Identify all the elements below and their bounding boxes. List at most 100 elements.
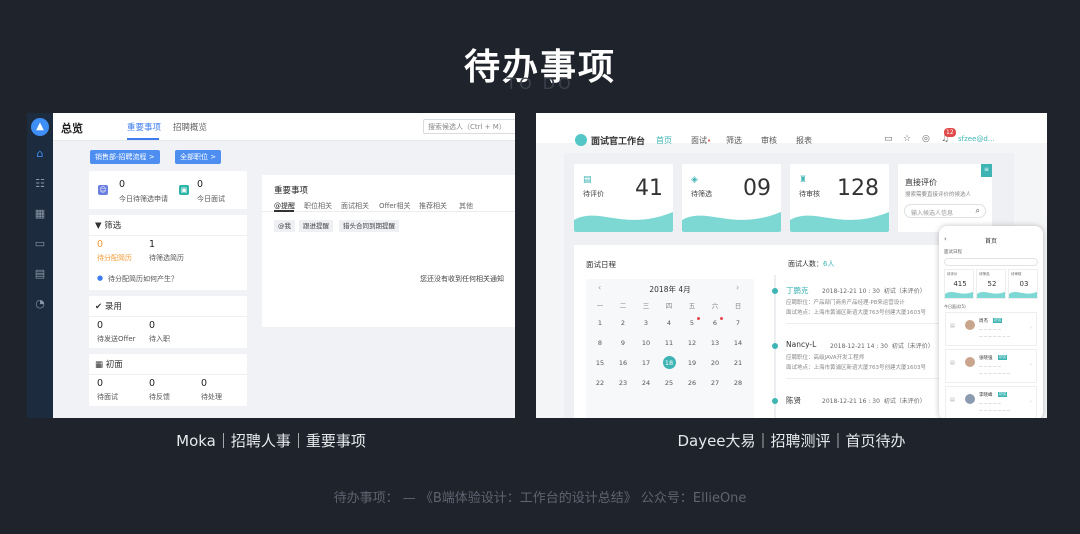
pie-chart-icon[interactable]: ◔ xyxy=(33,297,47,311)
chip-me[interactable]: @我 xyxy=(274,220,295,232)
calendar-day[interactable]: 18 xyxy=(659,359,679,367)
calendar-day[interactable]: 23 xyxy=(613,379,633,387)
calendar-day[interactable]: 19 xyxy=(682,359,702,367)
mobile-stat[interactable]: 待筛选 52 xyxy=(976,269,1006,299)
calendar-day[interactable]: 8 xyxy=(590,339,610,347)
calendar-day[interactable]: 7 xyxy=(728,319,748,327)
mobile-stat[interactable]: 待审核 03 xyxy=(1008,269,1038,299)
calendar-day[interactable]: 15 xyxy=(590,359,610,367)
users-icon[interactable]: ☷ xyxy=(33,177,47,191)
help-icon[interactable]: ◎ xyxy=(922,134,930,144)
monitor-icon[interactable]: ▭ xyxy=(884,134,893,144)
process-filter-button[interactable]: 销售部-招聘流程 > xyxy=(90,150,160,164)
mobile-stat-value: 03 xyxy=(1019,280,1029,288)
calendar-day[interactable]: 6 xyxy=(705,317,725,327)
calendar-day[interactable]: 25 xyxy=(659,379,679,387)
calendar-day[interactable]: 3 xyxy=(636,319,656,327)
tab-other[interactable]: 其他 xyxy=(459,201,473,211)
nav-screening[interactable]: 筛选 xyxy=(726,135,742,146)
calendar-day[interactable]: 17 xyxy=(636,359,656,367)
tab-important[interactable]: 重要事项 xyxy=(127,121,161,133)
tab-interview[interactable]: 面试相关 xyxy=(341,201,369,211)
avatar xyxy=(965,357,975,367)
star-icon[interactable]: ☆ xyxy=(903,134,911,144)
tab-overview[interactable]: 招聘概览 xyxy=(173,121,207,133)
briefcase-icon[interactable]: ▭ xyxy=(33,237,47,251)
tab-referral[interactable]: 推荐相关 xyxy=(419,201,447,211)
mobile-stat-label: 待审核 xyxy=(1011,272,1022,276)
detail-line: — — — — — — — xyxy=(979,334,1011,338)
calendar-day[interactable]: 24 xyxy=(636,379,656,387)
calendar-day[interactable]: 2 xyxy=(613,319,633,327)
calendar-day[interactable]: 14 xyxy=(728,339,748,347)
stat-card-evaluate[interactable]: ▤ 待评价 41 xyxy=(574,164,673,232)
interview-card: ▦ 初面 0 待面试 0 待反馈 0 待处理 xyxy=(89,354,247,406)
home-icon[interactable]: ⌂ xyxy=(33,147,47,161)
nav-interview[interactable]: 面试• xyxy=(691,135,711,146)
nav-home[interactable]: 首页 xyxy=(656,135,672,146)
mobile-candidate-card[interactable]: ▤ 李晓峰 初试 — — — — — — — — — — — — › xyxy=(945,386,1037,418)
calendar-day[interactable]: 28 xyxy=(728,379,748,387)
calendar-day[interactable]: 1 xyxy=(590,319,610,327)
calendar-day[interactable]: 5 xyxy=(682,317,702,327)
hire-header: ✔ 录用 xyxy=(89,296,247,317)
calendar-day[interactable]: 20 xyxy=(705,359,725,367)
next-month-icon[interactable]: › xyxy=(736,283,739,292)
candidate-name[interactable]: Nancy-L xyxy=(786,340,816,349)
candidate-search-input[interactable]: 输入候选人信息 ⌕ xyxy=(904,204,986,218)
chip-contract[interactable]: 猎头合同到期提醒 xyxy=(339,220,399,232)
calendar-day[interactable]: 27 xyxy=(705,379,725,387)
position-filter-button[interactable]: 全部职位 > xyxy=(175,150,222,164)
pending-onboard-value[interactable]: 0 xyxy=(149,320,155,331)
overview-value[interactable]: 0 xyxy=(197,179,203,190)
overview-value[interactable]: 0 xyxy=(119,179,125,190)
chip-follow-up[interactable]: 跟进提醒 xyxy=(299,220,333,232)
pending-screen-value[interactable]: 1 xyxy=(149,239,155,250)
nav-review[interactable]: 审核 xyxy=(761,135,777,146)
calendar-day[interactable]: 12 xyxy=(682,339,702,347)
layers-icon: ◈ xyxy=(691,175,698,185)
calendar-day[interactable]: 22 xyxy=(590,379,610,387)
pending-handle-value[interactable]: 0 xyxy=(201,378,207,389)
tab-position[interactable]: 职位相关 xyxy=(304,201,332,211)
overview-card: ☺ 0 今日待筛选申请 ▣ 0 今日面试 xyxy=(89,171,247,209)
pending-assign-value[interactable]: 0 xyxy=(97,239,103,250)
event-dot-icon xyxy=(697,317,700,320)
search-input[interactable]: 搜索候选人（Ctrl + M） ⌕ xyxy=(423,119,515,134)
candidate-name[interactable]: 丁鹏克 xyxy=(786,285,809,296)
interview-title: 初面 xyxy=(105,360,123,370)
interview-round: 初试（未评价） xyxy=(883,398,926,405)
detail-line: — — — — — xyxy=(979,364,1001,368)
mobile-section: 面试日程 xyxy=(944,250,962,255)
mobile-candidate-card[interactable]: ▤ 张晓强 初试 — — — — — — — — — — — — › xyxy=(945,349,1037,383)
pending-offer-value[interactable]: 0 xyxy=(97,320,103,331)
help-link[interactable]: 待分配简历如何产生？ xyxy=(108,274,178,284)
notification-dot-icon: • xyxy=(707,137,712,145)
stat-card-review[interactable]: ♜ 待审核 128 xyxy=(790,164,889,232)
nav-reports[interactable]: 报表 xyxy=(796,135,812,146)
calendar-day[interactable]: 4 xyxy=(659,319,679,327)
mobile-search-input[interactable] xyxy=(944,258,1038,266)
slide-subtitle: TO DO xyxy=(506,74,574,93)
calendar-day[interactable]: 26 xyxy=(682,379,702,387)
user-menu[interactable]: sfzee@d... xyxy=(958,135,995,143)
pending-onboard-label: 待入职 xyxy=(149,335,170,343)
candidate-name[interactable]: 陈贤 xyxy=(786,395,801,406)
pending-feedback-value[interactable]: 0 xyxy=(149,378,155,389)
calendar-day[interactable]: 21 xyxy=(728,359,748,367)
mobile-stat-label: 待评价 xyxy=(947,272,958,276)
mobile-candidate-card[interactable]: ▤ 周杰 初试 — — — — — — — — — — — — › xyxy=(945,312,1037,346)
mobile-stat[interactable]: 待评价 415 xyxy=(944,269,974,299)
check-icon: ✔ xyxy=(95,302,105,312)
calendar-day[interactable]: 11 xyxy=(659,339,679,347)
tab-offer[interactable]: Offer相关 xyxy=(379,201,411,211)
stat-card-screen[interactable]: ◈ 待筛选 09 xyxy=(682,164,781,232)
calendar-day[interactable]: 9 xyxy=(613,339,633,347)
archive-icon[interactable]: ▤ xyxy=(33,267,47,281)
calendar-day[interactable]: 13 xyxy=(705,339,725,347)
calendar-icon[interactable]: ▦ xyxy=(33,207,47,221)
calendar-day[interactable]: 10 xyxy=(636,339,656,347)
calendar-day[interactable]: 16 xyxy=(613,359,633,367)
pending-interview-value[interactable]: 0 xyxy=(97,378,103,389)
chevron-right-icon: › xyxy=(1030,399,1032,405)
